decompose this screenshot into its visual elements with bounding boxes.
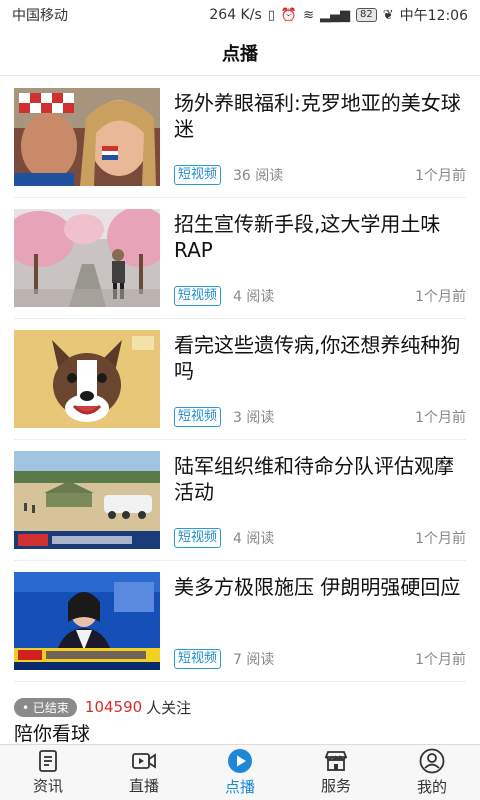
follow-label: 人关注 (146, 698, 192, 717)
carrier-label: 中国移动 (12, 8, 68, 24)
news-thumbnail (14, 209, 160, 307)
news-item[interactable]: 陆军组织维和待命分队评估观摩活动 短视频 4 阅读 1个月前 (14, 440, 466, 561)
wifi-icon: ≋ (303, 7, 314, 23)
play-icon (228, 749, 252, 773)
nav-label: 直播 (128, 777, 159, 795)
nav-item-vod[interactable]: 点播 (192, 745, 288, 800)
publish-time: 1个月前 (415, 289, 466, 305)
category-tag: 短视频 (174, 649, 222, 669)
nav-item-news[interactable]: 资讯 (0, 745, 96, 800)
news-thumbnail (14, 88, 160, 186)
title-bar: 点播 (0, 30, 480, 76)
news-title: 看完这些遗传病,你还想养纯种狗吗 (174, 333, 461, 383)
live-title[interactable]: 陪你看球 (14, 722, 90, 744)
news-thumbnail (14, 572, 160, 670)
nav-label: 我的 (416, 778, 447, 796)
news-thumbnail (14, 330, 160, 428)
live-item-header[interactable]: • 已结束 104590 人关注 (14, 693, 466, 721)
status-indicators: 264 K/s ▯ ⏰ ≋ ▂▄▆ 82 ❦ 中午12:06 (209, 5, 468, 25)
battery-icon: 82 (356, 8, 377, 22)
signal-icon: ▂▄▆ (320, 7, 350, 23)
read-count: 4 阅读 (233, 531, 275, 547)
clock: 中午12:06 (399, 8, 468, 24)
follow-count: 104590 (84, 698, 143, 716)
news-item[interactable]: 美多方极限施压 伊朗明强硬回应 短视频 7 阅读 1个月前 (14, 561, 466, 682)
read-count: 36 阅读 (233, 168, 284, 184)
news-meta: 短视频 36 阅读 1个月前 (174, 164, 466, 186)
news-item[interactable]: 招生宣传新手段,这大学用土味RAP 短视频 4 阅读 1个月前 (14, 198, 466, 319)
news-meta: 短视频 4 阅读 1个月前 (174, 285, 466, 307)
shop-icon (324, 751, 348, 771)
nav-item-services[interactable]: 服务 (288, 745, 384, 800)
video-camera-icon (132, 753, 156, 769)
news-title: 场外养眼福利:克罗地亚的美女球迷 (174, 91, 461, 141)
publish-time: 1个月前 (415, 652, 466, 668)
news-meta: 短视频 7 阅读 1个月前 (174, 648, 466, 670)
category-tag: 短视频 (174, 528, 222, 548)
bottom-nav: 资讯 直播 点播 服务 我的 (0, 744, 480, 800)
network-speed: 264 K/s (209, 7, 262, 23)
read-count: 7 阅读 (233, 652, 275, 668)
read-count: 4 阅读 (233, 289, 275, 305)
category-tag: 短视频 (174, 165, 222, 185)
news-title: 招生宣传新手段,这大学用土味RAP (174, 212, 441, 262)
category-tag: 短视频 (174, 407, 222, 427)
category-tag: 短视频 (174, 286, 222, 306)
user-icon (419, 748, 445, 774)
publish-time: 1个月前 (415, 410, 466, 426)
alarm-icon: ⏰ (280, 7, 298, 23)
news-list: 场外养眼福利:克罗地亚的美女球迷 短视频 36 阅读 1个月前 招生宣传新手段,… (0, 77, 480, 682)
page-title: 点播 (222, 43, 258, 65)
news-item[interactable]: 看完这些遗传病,你还想养纯种狗吗 短视频 3 阅读 1个月前 (14, 319, 466, 440)
news-thumbnail (14, 451, 160, 549)
news-title: 陆军组织维和待命分队评估观摩活动 (174, 454, 454, 504)
ended-badge: • 已结束 (14, 697, 77, 717)
news-meta: 短视频 3 阅读 1个月前 (174, 406, 466, 428)
nav-label: 资讯 (32, 777, 63, 795)
news-item[interactable]: 场外养眼福利:克罗地亚的美女球迷 短视频 36 阅读 1个月前 (14, 77, 466, 198)
nav-item-me[interactable]: 我的 (384, 745, 480, 800)
news-title: 美多方极限施压 伊朗明强硬回应 (174, 575, 461, 599)
publish-time: 1个月前 (415, 168, 466, 184)
publish-time: 1个月前 (415, 531, 466, 547)
status-bar: 中国移动 264 K/s ▯ ⏰ ≋ ▂▄▆ 82 ❦ 中午12:06 (0, 0, 480, 30)
news-icon (39, 750, 57, 772)
read-count: 3 阅读 (233, 410, 275, 426)
nav-label: 点播 (224, 778, 255, 796)
leaf-icon: ❦ (382, 7, 394, 23)
nav-item-live[interactable]: 直播 (96, 745, 192, 800)
nav-label: 服务 (320, 777, 351, 795)
news-meta: 短视频 4 阅读 1个月前 (174, 527, 466, 549)
vibrate-icon: ▯ (267, 7, 275, 23)
